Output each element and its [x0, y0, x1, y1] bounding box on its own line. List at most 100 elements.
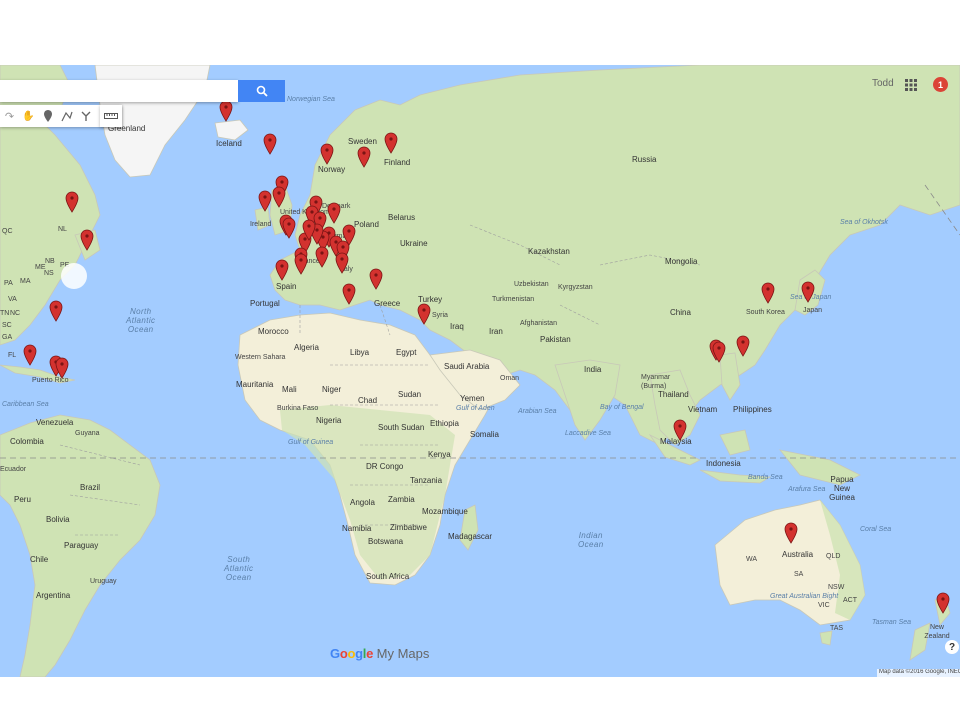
country-label: Afghanistan [520, 320, 557, 327]
country-label: Ecuador [0, 466, 27, 473]
country-label: Vietnam [688, 405, 718, 414]
country-label: Namibia [342, 524, 372, 533]
country-label: Brazil [80, 483, 101, 492]
map-marker[interactable] [357, 146, 371, 168]
map-marker[interactable] [49, 300, 63, 322]
country-label: Uruguay [90, 578, 117, 585]
country-label: Kenya [428, 450, 451, 459]
country-label: Paraguay [64, 541, 99, 550]
map-marker[interactable] [673, 419, 687, 441]
country-label: Algeria [294, 343, 319, 352]
region-label: NC [10, 310, 21, 317]
country-label: China [670, 308, 691, 317]
map-marker[interactable] [417, 303, 431, 325]
map-marker[interactable] [335, 252, 349, 274]
draw-line-button[interactable] [57, 106, 76, 126]
redo-icon: ↷ [4, 110, 15, 123]
redo-button[interactable]: ↷ [0, 106, 19, 126]
country-label: Syria [432, 312, 448, 319]
region-label: QLD [826, 553, 841, 560]
map-marker[interactable] [80, 229, 94, 251]
country-label: Belarus [388, 213, 416, 222]
map-marker[interactable] [65, 191, 79, 213]
map-marker[interactable] [327, 202, 341, 224]
region-label: ACT [843, 597, 857, 604]
map-marker[interactable] [55, 357, 69, 379]
map-marker[interactable] [936, 592, 950, 614]
country-label: Finland [384, 158, 411, 167]
country-label: Greece [374, 299, 401, 308]
map-marker[interactable] [258, 190, 272, 212]
user-name[interactable]: Todd [872, 78, 894, 89]
country-label: Philippines [733, 405, 772, 414]
country-label: Tanzania [410, 476, 443, 485]
country-label: Ethiopia [430, 419, 459, 428]
map-marker[interactable] [263, 133, 277, 155]
iceland [214, 119, 249, 141]
notification-badge[interactable]: 1 [933, 77, 948, 92]
region-label: SA [794, 571, 804, 578]
map-marker[interactable] [294, 253, 308, 275]
map-marker[interactable] [784, 522, 798, 544]
country-label: Thailand [658, 390, 689, 399]
country-label: Nigeria [316, 416, 342, 425]
map-marker[interactable] [342, 283, 356, 305]
map-marker[interactable] [801, 281, 815, 303]
map-marker[interactable] [315, 246, 329, 268]
map-marker[interactable] [272, 186, 286, 208]
directions-button[interactable] [76, 106, 95, 126]
map-marker[interactable] [302, 219, 316, 241]
country-label: Kyrgyzstan [558, 284, 593, 291]
country-label: Iceland [216, 139, 242, 148]
country-label: Bolivia [46, 515, 70, 524]
map-attribution[interactable]: Map data ©2016 Google, INEGI [877, 669, 960, 678]
country-label: Libya [350, 348, 370, 357]
map-marker[interactable] [219, 100, 233, 122]
map-canvas[interactable]: North Atlantic Ocean South Atlantic Ocea… [0, 65, 960, 677]
map-marker[interactable] [23, 344, 37, 366]
map-marker[interactable] [761, 282, 775, 304]
country-label: Burkina Faso [277, 405, 319, 412]
region-label: ME [35, 264, 46, 271]
search-input[interactable] [0, 80, 238, 102]
map-marker[interactable] [384, 132, 398, 154]
country-label: Western Sahara [235, 354, 286, 361]
ocean-label-north-atlantic: North Atlantic Ocean [126, 307, 156, 334]
sea-label: Bay of Bengal [600, 404, 644, 411]
sea-label: Sea of Okhotsk [840, 219, 888, 226]
country-label: India [584, 365, 602, 374]
sea-label: Tasman Sea [872, 619, 912, 626]
map-marker[interactable] [712, 341, 726, 363]
country-label: Mauritania [236, 380, 274, 389]
sea-label: Gulf of Guinea [288, 439, 334, 446]
region-label: VIC [818, 602, 830, 609]
map-marker[interactable] [282, 217, 296, 239]
map-marker[interactable] [736, 335, 750, 357]
sea-label: Coral Sea [860, 526, 892, 533]
measure-button[interactable] [100, 105, 122, 127]
map-marker[interactable] [320, 143, 334, 165]
country-label: Zambia [388, 495, 415, 504]
country-label: Argentina [36, 591, 71, 600]
country-label: South Africa [366, 572, 410, 581]
region-label: WA [746, 556, 758, 563]
search-button[interactable] [238, 80, 285, 102]
region-label: QC [2, 228, 13, 235]
country-label: Botswana [368, 537, 404, 546]
country-label: Venezuela [36, 418, 74, 427]
country-label: Australia [782, 550, 814, 559]
region-label: NB [45, 258, 55, 265]
country-label: Iraq [450, 322, 464, 331]
hand-button[interactable]: ✋ [19, 106, 38, 126]
apps-grid-icon[interactable] [905, 78, 919, 92]
help-button[interactable]: ? [945, 640, 959, 654]
add-marker-button[interactable] [38, 106, 57, 126]
country-label: Ukraine [400, 239, 428, 248]
map-marker[interactable] [275, 259, 289, 281]
country-label: Niger [322, 385, 342, 394]
country-label: Chad [358, 396, 378, 405]
country-label: Zimbabwe [390, 523, 427, 532]
sea-label: Arafura Sea [788, 486, 826, 493]
country-label: Egypt [396, 348, 417, 357]
map-marker[interactable] [369, 268, 383, 290]
